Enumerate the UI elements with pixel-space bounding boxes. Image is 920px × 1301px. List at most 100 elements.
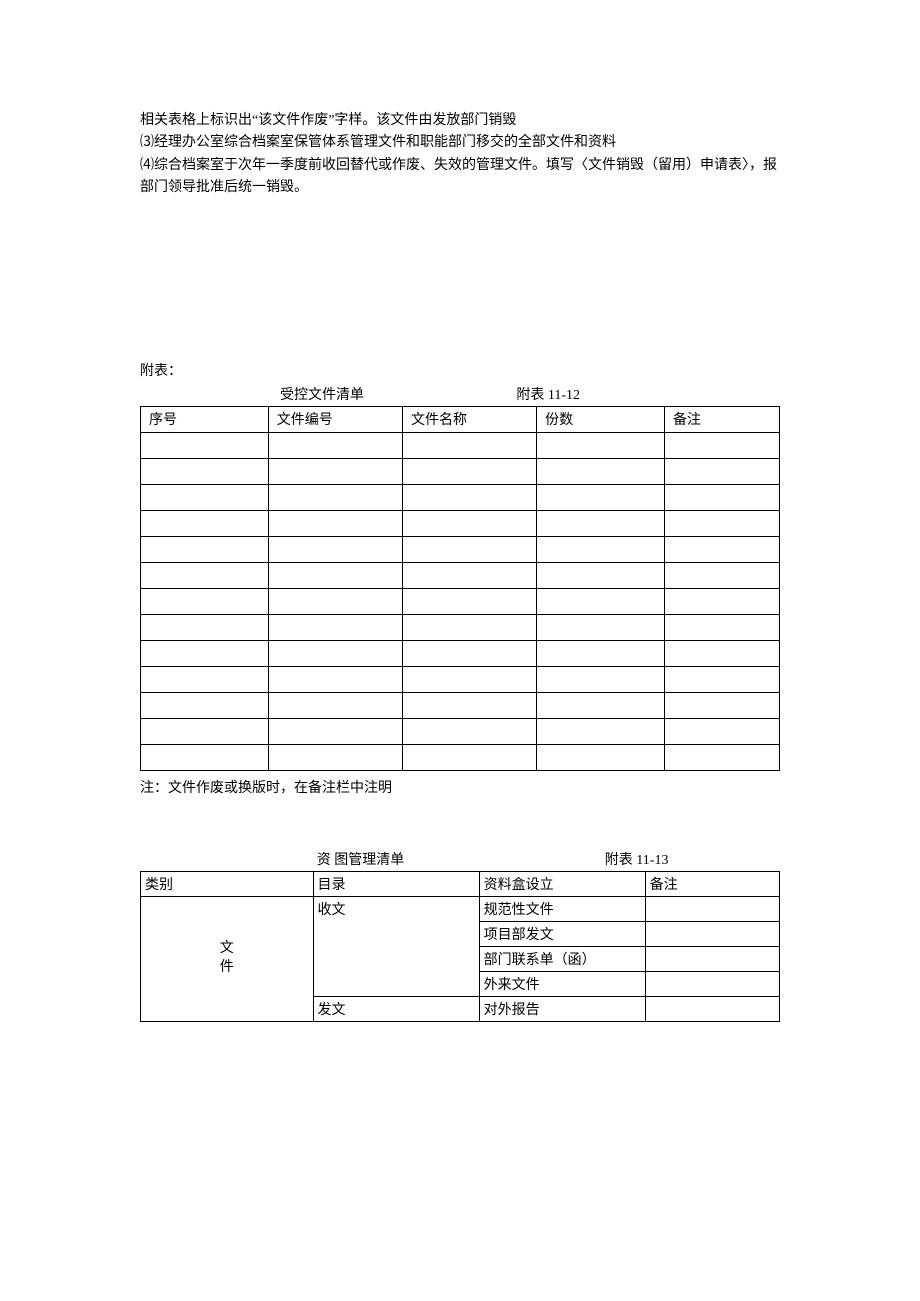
- remark-cell: [645, 921, 779, 946]
- table-cell: [268, 484, 402, 510]
- table-cell: [268, 692, 402, 718]
- table-cell: [402, 718, 536, 744]
- table-row: [141, 744, 780, 770]
- table-cell: [402, 640, 536, 666]
- table-cell: [664, 484, 779, 510]
- table-cell: [141, 562, 269, 588]
- table-cell: [537, 432, 665, 458]
- table-cell: [268, 432, 402, 458]
- table-cell: [664, 510, 779, 536]
- table-cell: [268, 614, 402, 640]
- table-row: [141, 692, 780, 718]
- box-cell: 外来文件: [479, 971, 645, 996]
- box-cell: 项目部发文: [479, 921, 645, 946]
- table-cell: [537, 458, 665, 484]
- table2-header-row: 类别 目录 资料盒设立 备注: [141, 871, 780, 896]
- table-cell: [402, 536, 536, 562]
- table1-header-row: 序号 文件编号 文件名称 份数 备注: [141, 406, 780, 432]
- table-cell: [537, 614, 665, 640]
- table-cell: [537, 640, 665, 666]
- th-remark: 备注: [664, 406, 779, 432]
- table2-appendix: 附表 11-13: [601, 847, 780, 871]
- table-row: [141, 640, 780, 666]
- box-cell: 规范性文件: [479, 896, 645, 921]
- table-cell: [664, 432, 779, 458]
- table1-appendix: 附表 11-12: [516, 384, 580, 404]
- table-cell: [537, 666, 665, 692]
- th2-remark: 备注: [645, 871, 779, 896]
- box-cell: 部门联系单（函）: [479, 946, 645, 971]
- table-cell: [537, 588, 665, 614]
- table-row: [141, 588, 780, 614]
- table-cell: [664, 744, 779, 770]
- table-row: [141, 458, 780, 484]
- table-row: [141, 536, 780, 562]
- remark-cell: [645, 996, 779, 1021]
- table-row: [141, 614, 780, 640]
- table-cell: [402, 588, 536, 614]
- table-cell: [141, 640, 269, 666]
- th-copies: 份数: [537, 406, 665, 432]
- table-cell: [664, 562, 779, 588]
- table-cell: [141, 510, 269, 536]
- paragraph-1: 相关表格上标识出“该文件作废”字样。该文件由发放部门销毁: [140, 110, 780, 132]
- table-cell: [664, 588, 779, 614]
- remark-cell: [645, 896, 779, 921]
- table-cell: [141, 432, 269, 458]
- table-cell: [537, 536, 665, 562]
- table-cell: [268, 744, 402, 770]
- table-cell: [537, 562, 665, 588]
- box-cell: 对外报告: [479, 996, 645, 1021]
- table1-title: 受控文件清单: [280, 384, 364, 404]
- table-cell: [141, 744, 269, 770]
- table-cell: [141, 692, 269, 718]
- table-cell: [268, 510, 402, 536]
- th-filename: 文件名称: [402, 406, 536, 432]
- table1-note: 注：文件作废或换版时，在备注栏中注明: [140, 777, 780, 797]
- table1-title-row: 受控文件清单 附表 11-12: [140, 384, 780, 404]
- table-cell: [537, 692, 665, 718]
- th-seq: 序号: [141, 406, 269, 432]
- spacer-2: [140, 797, 780, 847]
- remark-cell: [645, 971, 779, 996]
- table-cell: [402, 666, 536, 692]
- table-cell: [664, 718, 779, 744]
- remark-cell: [645, 946, 779, 971]
- table2-title-row: 资 图管理清单 附表 11-13: [140, 847, 780, 871]
- paragraph-2: ⑶经理办公室综合档案室保管体系管理文件和职能部门移交的全部文件和资料: [140, 132, 780, 154]
- catalog-recv: 收文: [313, 896, 479, 996]
- table-cell: [402, 458, 536, 484]
- table-row: [141, 510, 780, 536]
- table-cell: [402, 614, 536, 640]
- th-fileno: 文件编号: [268, 406, 402, 432]
- table-cell: [268, 458, 402, 484]
- table-cell: [402, 484, 536, 510]
- table-cell: [402, 562, 536, 588]
- table-cell: [141, 484, 269, 510]
- table-cell: [268, 666, 402, 692]
- table-row: 文件 收文 规范性文件: [141, 896, 780, 921]
- table-cell: [268, 536, 402, 562]
- table-cell: [141, 458, 269, 484]
- table-row: [141, 562, 780, 588]
- table-row: [141, 666, 780, 692]
- table-cell: [268, 588, 402, 614]
- attachment-label: 附表：: [140, 360, 780, 380]
- table-cell: [268, 718, 402, 744]
- table-cell: [141, 666, 269, 692]
- table-cell: [537, 484, 665, 510]
- table-cell: [268, 562, 402, 588]
- table-cell: [664, 614, 779, 640]
- table-cell: [664, 536, 779, 562]
- table-cell: [141, 718, 269, 744]
- table-cell: [664, 458, 779, 484]
- table-cell: [664, 666, 779, 692]
- table-cell: [664, 692, 779, 718]
- table-cell: [402, 744, 536, 770]
- table-cell: [402, 432, 536, 458]
- spacer: [140, 200, 780, 350]
- table2-title: 资 图管理清单: [313, 847, 601, 871]
- table-cell: [537, 718, 665, 744]
- catalog-send: 发文: [313, 996, 479, 1021]
- paragraph-3: ⑷综合档案室于次年一季度前收回替代或作废、失效的管理文件。填写〈文件销毁（留用）…: [140, 155, 780, 200]
